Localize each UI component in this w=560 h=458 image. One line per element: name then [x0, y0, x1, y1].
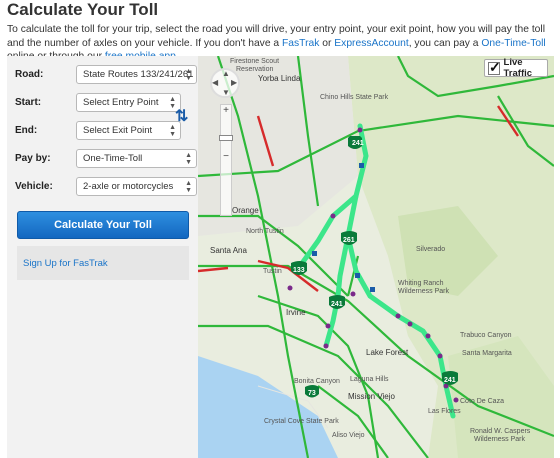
- payby-row: Pay by: One-Time-Toll ▲ ▼: [15, 147, 197, 169]
- pan-down-icon[interactable]: ▼: [222, 88, 230, 97]
- toll-form-panel: Road: State Routes 133/241/261 ▲ ▼ Start:…: [7, 56, 198, 458]
- zoom-out-icon[interactable]: −: [221, 151, 231, 162]
- map-label: Yorba Linda: [258, 74, 301, 83]
- map-label: Santa Ana: [210, 246, 247, 255]
- page-title: Calculate Your Toll: [7, 0, 159, 19]
- map-label: North Tustin: [246, 228, 284, 235]
- map-label: Tustin: [263, 268, 282, 275]
- shield-label: 241: [331, 301, 343, 308]
- road-select-value: State Routes 133/241/261: [83, 69, 194, 80]
- end-label: End:: [15, 124, 38, 136]
- map-label: Trabuco Canyon: [460, 332, 512, 339]
- map-label: Bonita Canyon: [294, 378, 340, 385]
- road-select[interactable]: State Routes 133/241/261 ▲ ▼: [76, 65, 197, 84]
- payby-label: Pay by:: [15, 152, 51, 164]
- pan-up-icon[interactable]: ▲: [222, 69, 230, 78]
- start-row: Start: Select Entry Point ▲ ▼: [15, 91, 197, 113]
- map-label: Orange: [232, 206, 259, 215]
- end-select[interactable]: Select Exit Point ▲ ▼: [76, 121, 181, 140]
- express-account-link[interactable]: ExpressAccount: [334, 38, 408, 49]
- payby-select[interactable]: One-Time-Toll ▲ ▼: [76, 149, 197, 168]
- zoom-in-icon[interactable]: +: [221, 105, 231, 116]
- end-select-value: Select Exit Point: [83, 125, 153, 136]
- end-row: End: Select Exit Point ▲ ▼: [15, 119, 197, 141]
- road-label: Road:: [15, 68, 44, 80]
- vehicle-row: Vehicle: 2-axle or motorcycles ▲ ▼: [15, 175, 197, 197]
- live-traffic-checkbox[interactable]: [488, 59, 500, 76]
- select-arrows-icon: ▲ ▼: [185, 180, 192, 194]
- live-traffic-toggle[interactable]: Live Traffic: [484, 57, 548, 79]
- map-zoom-control: + −: [219, 104, 233, 216]
- map-label: Silverado: [416, 246, 446, 253]
- vehicle-label: Vehicle:: [15, 180, 53, 192]
- select-arrows-icon: ▲ ▼: [169, 124, 176, 138]
- map-label: Wilderness Park: [474, 436, 525, 443]
- start-select-value: Select Entry Point: [83, 97, 159, 108]
- intro-part: or: [319, 37, 335, 49]
- signup-box: Sign Up for FasTrak: [17, 246, 189, 280]
- live-traffic-label: Live Traffic: [503, 57, 533, 79]
- fastrak-link[interactable]: FasTrak: [282, 38, 319, 49]
- map-label: Santa Margarita: [462, 350, 512, 357]
- shield-label: 73: [308, 390, 316, 397]
- vehicle-select-value: 2-axle or motorcycles: [83, 181, 174, 192]
- map-pan-control[interactable]: ▲ ▼ ◀ ▶: [210, 68, 240, 98]
- map-label: Irvine: [286, 308, 306, 317]
- map-label: Chino Hills State Park: [320, 94, 389, 101]
- map-label: Reservation: [236, 66, 274, 73]
- map-label: Las Flores: [428, 408, 461, 415]
- map-label: Whiting Ranch: [398, 280, 444, 287]
- select-arrows-icon: ▲ ▼: [185, 152, 192, 166]
- select-arrows-icon: ▲ ▼: [185, 68, 192, 82]
- map-label: Laguna Hills: [350, 376, 389, 383]
- start-select[interactable]: Select Entry Point ▲ ▼: [76, 93, 181, 112]
- payby-select-value: One-Time-Toll: [83, 153, 143, 164]
- calculate-toll-button[interactable]: Calculate Your Toll: [17, 211, 189, 239]
- shield-label: 261: [343, 237, 355, 244]
- shield-label: 241: [352, 140, 364, 147]
- map-label: Ronald W. Caspers: [470, 428, 531, 435]
- intro-part: , you can pay a: [408, 37, 482, 49]
- map-label: Lake Forest: [366, 348, 409, 357]
- map-label: Firestone Scout: [230, 58, 280, 65]
- map-label: Wilderness Park: [398, 288, 449, 295]
- swap-direction-icon[interactable]: ⇅: [175, 106, 188, 126]
- pan-left-icon[interactable]: ◀: [212, 78, 218, 87]
- start-label: Start:: [15, 96, 42, 108]
- zoom-slider-handle[interactable]: [219, 135, 233, 141]
- map-label: Coto De Caza: [460, 398, 504, 405]
- road-row: Road: State Routes 133/241/261 ▲ ▼: [15, 63, 197, 85]
- route-map[interactable]: 241 261 133 241 241 73 Firestone Scout R…: [198, 56, 554, 458]
- one-time-toll-link[interactable]: One-Time-Toll: [481, 38, 545, 49]
- pan-right-icon[interactable]: ▶: [231, 78, 237, 87]
- map-label: Aliso Viejo: [332, 432, 365, 439]
- vehicle-select[interactable]: 2-axle or motorcycles ▲ ▼: [76, 177, 197, 196]
- map-label: Mission Viejo: [348, 392, 395, 401]
- map-label: Crystal Cove State Park: [264, 418, 339, 425]
- shield-label: 133: [293, 267, 305, 274]
- signup-fastrak-link[interactable]: Sign Up for FasTrak: [23, 258, 108, 269]
- shield-label: 241: [444, 377, 456, 384]
